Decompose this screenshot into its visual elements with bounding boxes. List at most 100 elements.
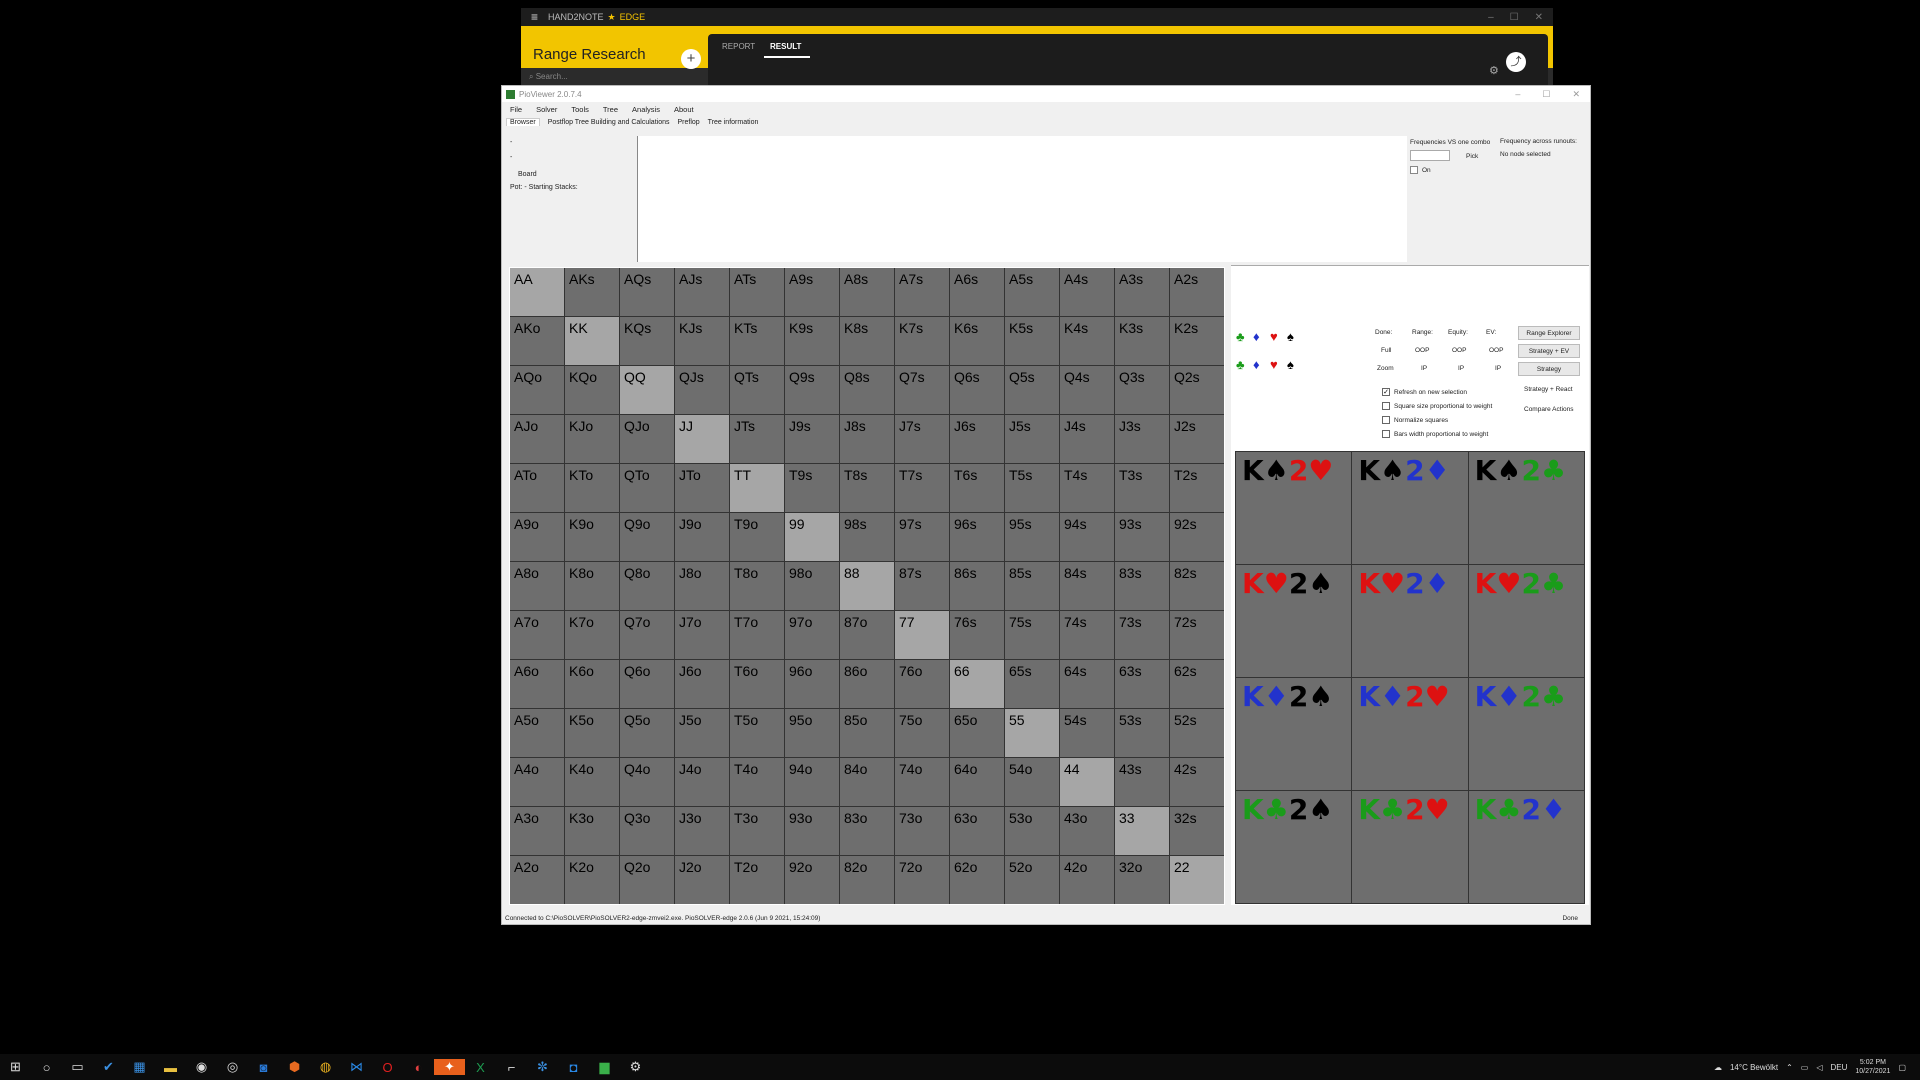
hand-cell[interactable]: A5s <box>1005 268 1059 316</box>
hand-cell[interactable]: 73s <box>1115 611 1169 659</box>
hand-cell[interactable]: T5o <box>730 709 784 757</box>
hand-cell[interactable]: 74s <box>1060 611 1114 659</box>
network-icon[interactable]: ▭ <box>1801 1063 1809 1072</box>
hand-cell[interactable]: 52o <box>1005 856 1059 904</box>
hand-cell[interactable]: KQs <box>620 317 674 365</box>
hand-cell[interactable]: ATo <box>510 464 564 512</box>
hand-cell[interactable]: AA <box>510 268 564 316</box>
hand-cell[interactable]: AQs <box>620 268 674 316</box>
hand-cell[interactable]: T7o <box>730 611 784 659</box>
hand-cell[interactable]: 97o <box>785 611 839 659</box>
minimize-icon[interactable]: – <box>1488 12 1494 23</box>
hand-cell[interactable]: 66 <box>950 660 1004 708</box>
hand-cell[interactable]: Q8o <box>620 562 674 610</box>
menu-tree[interactable]: Tree <box>603 105 618 114</box>
hand-cell[interactable]: T3s <box>1115 464 1169 512</box>
club-icon[interactable]: ♣ <box>1236 357 1245 372</box>
hand-cell[interactable]: A9o <box>510 513 564 561</box>
hand-cell[interactable]: 63s <box>1115 660 1169 708</box>
hand-cell[interactable]: K9o <box>565 513 619 561</box>
hand-cell[interactable]: 76o <box>895 660 949 708</box>
tab-tree-information[interactable]: Tree information <box>708 119 759 126</box>
hand-cell[interactable]: 92s <box>1170 513 1224 561</box>
heart-icon[interactable]: ♥ <box>1270 329 1278 344</box>
hand-cell[interactable]: Q5o <box>620 709 674 757</box>
hand-cell[interactable]: 42o <box>1060 856 1114 904</box>
hand-cell[interactable]: A9s <box>785 268 839 316</box>
weather-label[interactable]: 14°C Bewölkt <box>1730 1063 1778 1072</box>
hand-cell[interactable]: QQ <box>620 366 674 414</box>
hand-cell[interactable]: 84o <box>840 758 894 806</box>
hand-cell[interactable]: A3s <box>1115 268 1169 316</box>
hand-cell[interactable]: 43s <box>1115 758 1169 806</box>
task-view-icon[interactable]: ▭ <box>62 1059 93 1075</box>
hand-cell[interactable]: AJo <box>510 415 564 463</box>
hand-cell[interactable]: Q4o <box>620 758 674 806</box>
hand-cell[interactable]: AJs <box>675 268 729 316</box>
hand-cell[interactable]: 97s <box>895 513 949 561</box>
hand-cell[interactable]: K2o <box>565 856 619 904</box>
hand-cell[interactable]: A6s <box>950 268 1004 316</box>
add-icon[interactable]: + <box>681 49 701 69</box>
hand-cell[interactable]: K3o <box>565 807 619 855</box>
hand-cell[interactable]: Q9s <box>785 366 839 414</box>
hand-cell[interactable]: 43o <box>1060 807 1114 855</box>
combo-cell[interactable]: K♣2♦ <box>1468 791 1584 903</box>
hand-cell[interactable]: K7o <box>565 611 619 659</box>
menu-analysis[interactable]: Analysis <box>632 105 660 114</box>
hand-cell[interactable]: Q4s <box>1060 366 1114 414</box>
hand-cell[interactable]: J7o <box>675 611 729 659</box>
hand-cell[interactable]: 86s <box>950 562 1004 610</box>
hand-cell[interactable]: K4s <box>1060 317 1114 365</box>
hand-cell[interactable]: 82o <box>840 856 894 904</box>
hand-cell[interactable]: 98s <box>840 513 894 561</box>
hand-cell[interactable]: 65o <box>950 709 1004 757</box>
combo-cell[interactable]: K♥2♠ <box>1236 565 1352 677</box>
heart-icon[interactable]: ♥ <box>1270 357 1278 372</box>
hand-cell[interactable]: 54s <box>1060 709 1114 757</box>
hand-cell[interactable]: 53o <box>1005 807 1059 855</box>
hand-cell[interactable]: 62s <box>1170 660 1224 708</box>
hand-cell[interactable]: 52s <box>1170 709 1224 757</box>
spade-icon[interactable]: ♠ <box>1287 329 1294 344</box>
combo-cell[interactable]: K♦2♣ <box>1468 678 1584 790</box>
maximize-icon[interactable]: ☐ <box>1510 12 1519 23</box>
on-checkbox[interactable] <box>1410 166 1418 174</box>
hand-cell[interactable]: 74o <box>895 758 949 806</box>
hand-cell[interactable]: T9o <box>730 513 784 561</box>
hand-cell[interactable]: 64o <box>950 758 1004 806</box>
tab-browser[interactable]: Browser <box>506 118 540 126</box>
combo-cell[interactable]: K♠2♦ <box>1352 452 1468 564</box>
lang-label[interactable]: DEU <box>1831 1063 1848 1072</box>
hand-cell[interactable]: 77 <box>895 611 949 659</box>
full-ev-oop[interactable]: OOP <box>1489 347 1503 354</box>
hand-cell[interactable]: K5s <box>1005 317 1059 365</box>
hand-cell[interactable]: 63o <box>950 807 1004 855</box>
hand-cell[interactable]: 88 <box>840 562 894 610</box>
hand-cell[interactable]: AKo <box>510 317 564 365</box>
spade-icon[interactable]: ♠ <box>1287 357 1294 372</box>
hand-cell[interactable]: 86o <box>840 660 894 708</box>
hand-cell[interactable]: KJo <box>565 415 619 463</box>
hand-cell[interactable]: K9s <box>785 317 839 365</box>
hand-cell[interactable]: K8s <box>840 317 894 365</box>
hand-cell[interactable]: A4s <box>1060 268 1114 316</box>
hand-cell[interactable]: 95o <box>785 709 839 757</box>
square-size-checkbox[interactable] <box>1382 402 1390 410</box>
hand-cell[interactable]: K6o <box>565 660 619 708</box>
hand-cell[interactable]: J9o <box>675 513 729 561</box>
hand-cell[interactable]: 32o <box>1115 856 1169 904</box>
hand-cell[interactable]: T6o <box>730 660 784 708</box>
hand-cell[interactable]: QJs <box>675 366 729 414</box>
opera-icon[interactable]: O <box>372 1060 403 1075</box>
hand-cell[interactable]: KK <box>565 317 619 365</box>
search-icon[interactable]: ○ <box>31 1060 62 1075</box>
combo-cell[interactable]: K♣2♠ <box>1236 791 1352 903</box>
hand-cell[interactable]: KJs <box>675 317 729 365</box>
hand-cell[interactable]: T4s <box>1060 464 1114 512</box>
hand-cell[interactable]: T9s <box>785 464 839 512</box>
hand-cell[interactable]: J9s <box>785 415 839 463</box>
club-icon[interactable]: ♣ <box>1236 329 1245 344</box>
range-explorer-button[interactable]: Range Explorer <box>1518 326 1580 340</box>
menu-file[interactable]: File <box>510 105 522 114</box>
